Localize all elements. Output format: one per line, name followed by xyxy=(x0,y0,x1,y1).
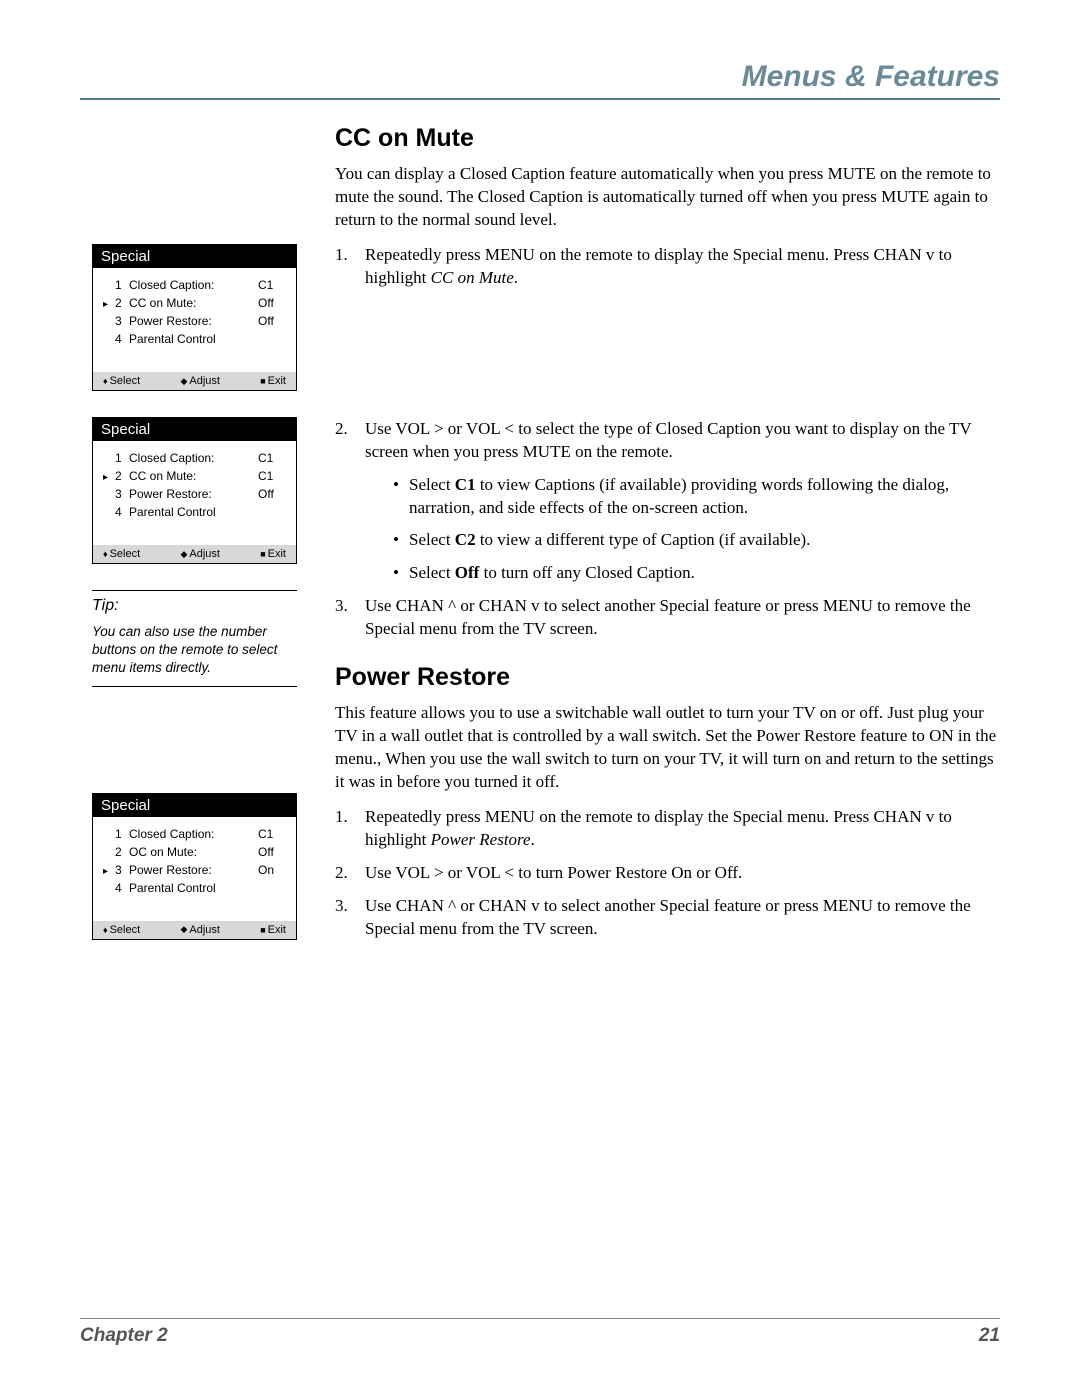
list-item: Select C2 to view a different type of Ca… xyxy=(365,529,1000,552)
select-arrow-icon: ▸ xyxy=(103,297,115,312)
list-item: Repeatedly press MENU on the remote to d… xyxy=(335,244,1000,290)
leftright-icon: ◆ xyxy=(180,376,187,387)
updown-icon: ♦ xyxy=(103,376,108,386)
updown-icon: ♦ xyxy=(103,549,108,559)
body-text: You can display a Closed Caption feature… xyxy=(335,163,1000,232)
steps-list: Repeatedly press MENU on the remote to d… xyxy=(335,806,1000,941)
osd-title: Special xyxy=(93,794,296,817)
tip-block: Tip: You can also use the number buttons… xyxy=(92,590,297,687)
list-item: Select C1 to view Captions (if available… xyxy=(365,474,1000,520)
osd-footer: ♦Select ◆Adjust ■Exit xyxy=(93,545,296,563)
page-header: Menus & Features xyxy=(80,60,1000,100)
section-heading-power: Power Restore xyxy=(335,663,1000,692)
chapter-label: Chapter 2 xyxy=(80,1325,168,1347)
osd-menu-2: Special 1 Closed Caption: C1 ▸ 2 CC on M… xyxy=(92,417,297,564)
select-arrow-icon: ▸ xyxy=(103,864,115,879)
osd-row: 4 Parental Control xyxy=(103,330,286,348)
osd-title: Special xyxy=(93,418,296,441)
osd-row: 3 Power Restore: Off xyxy=(103,485,286,503)
leftright-icon: ◆ xyxy=(180,549,187,560)
stop-icon: ■ xyxy=(260,376,265,386)
left-column: Special 1 Closed Caption: C1 ▸ 2 CC on M… xyxy=(80,124,305,966)
tip-text: You can also use the number buttons on t… xyxy=(92,623,297,678)
list-item: Use CHAN ^ or CHAN v to select another S… xyxy=(335,595,1000,641)
osd-title: Special xyxy=(93,245,296,268)
osd-footer: ♦Select ◆Adjust ■Exit xyxy=(93,921,296,939)
stop-icon: ■ xyxy=(260,549,265,559)
body-text: This feature allows you to use a switcha… xyxy=(335,702,1000,794)
list-item: Use VOL > or VOL < to select the type of… xyxy=(335,418,1000,586)
osd-row: 3 Power Restore: Off xyxy=(103,312,286,330)
page-number: 21 xyxy=(979,1325,1000,1347)
steps-list: Repeatedly press MENU on the remote to d… xyxy=(335,244,1000,641)
osd-menu-3: Special 1 Closed Caption: C1 2 OC on Mut… xyxy=(92,793,297,940)
list-item: Use CHAN ^ or CHAN v to select another S… xyxy=(335,895,1000,941)
osd-row: 4 Parental Control xyxy=(103,879,286,897)
page-footer: Chapter 2 21 xyxy=(80,1318,1000,1347)
bullet-list: Select C1 to view Captions (if available… xyxy=(365,474,1000,586)
right-column: CC on Mute You can display a Closed Capt… xyxy=(335,124,1000,966)
stop-icon: ■ xyxy=(260,925,265,935)
header-title: Menus & Features xyxy=(742,60,1000,93)
tip-label: Tip: xyxy=(92,597,297,615)
osd-footer: ♦Select ◆Adjust ■Exit xyxy=(93,372,296,390)
list-item: Select Off to turn off any Closed Captio… xyxy=(365,562,1000,585)
osd-row: 1 Closed Caption: C1 xyxy=(103,825,286,843)
list-item: Repeatedly press MENU on the remote to d… xyxy=(335,806,1000,852)
osd-menu-1: Special 1 Closed Caption: C1 ▸ 2 CC on M… xyxy=(92,244,297,391)
osd-row: 4 Parental Control xyxy=(103,503,286,521)
osd-row: ▸ 2 CC on Mute: Off xyxy=(103,294,286,312)
osd-row: ▸ 2 CC on Mute: C1 xyxy=(103,467,286,485)
list-item: Use VOL > or VOL < to turn Power Restore… xyxy=(335,862,1000,885)
osd-row: 2 OC on Mute: Off xyxy=(103,843,286,861)
select-arrow-icon: ▸ xyxy=(103,470,115,485)
section-heading-cc: CC on Mute xyxy=(335,124,1000,153)
osd-row: 1 Closed Caption: C1 xyxy=(103,276,286,294)
updown-icon: ♦ xyxy=(103,925,108,935)
osd-row: 1 Closed Caption: C1 xyxy=(103,449,286,467)
leftright-icon: ◆ xyxy=(180,924,187,935)
osd-row: ▸ 3 Power Restore: On xyxy=(103,861,286,879)
